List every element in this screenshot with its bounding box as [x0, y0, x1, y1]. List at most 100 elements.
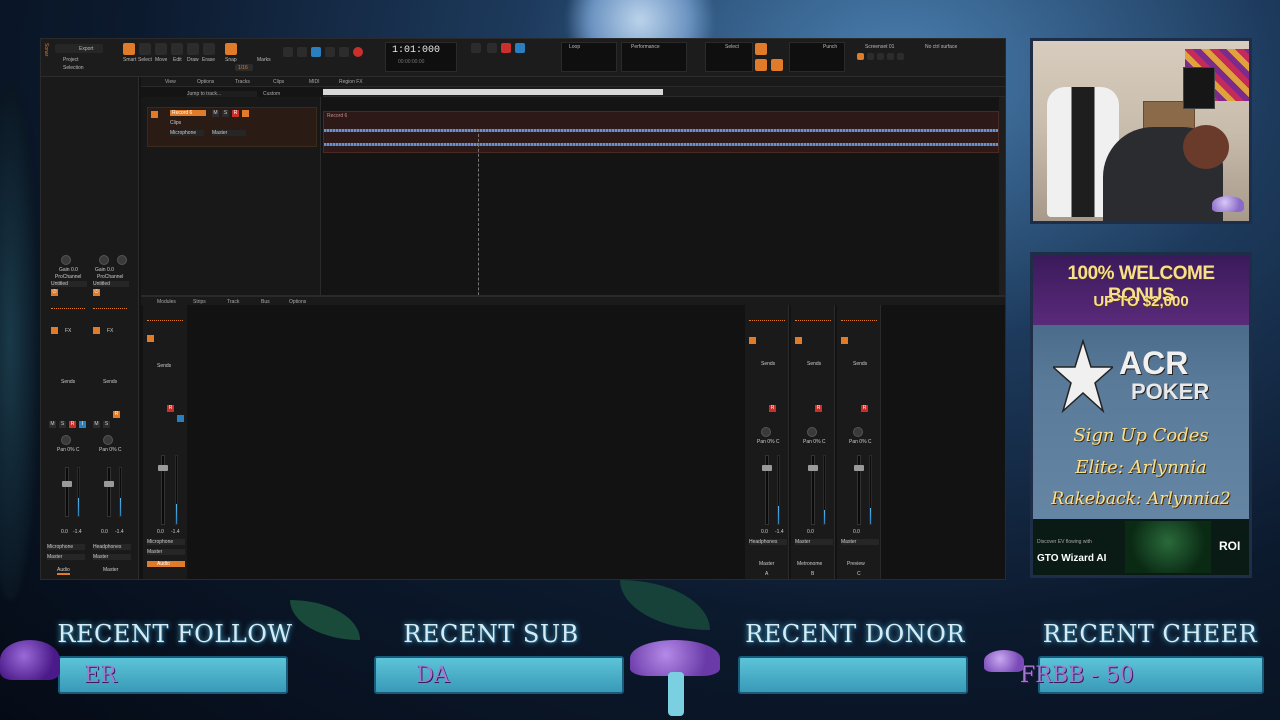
move-tool-button[interactable] — [155, 43, 167, 55]
solo-button[interactable]: S — [103, 421, 110, 428]
strip-name-audio: Audio — [147, 561, 185, 567]
record-arm-button[interactable]: R — [167, 405, 174, 412]
punch-label: Punch — [823, 44, 838, 50]
volume-fader-cap[interactable] — [808, 465, 818, 471]
fx-power-button[interactable] — [51, 327, 58, 334]
pan-knob-top[interactable] — [117, 255, 127, 265]
output-select[interactable]: Master — [47, 554, 85, 560]
time-display[interactable]: 1:01:000 00:00:00:00 — [385, 42, 457, 72]
timeline-ruler[interactable] — [323, 87, 1005, 97]
level-meter — [175, 455, 178, 525]
input-select[interactable]: Headphones — [93, 544, 131, 550]
record-button[interactable] — [353, 47, 363, 57]
menu-clips[interactable]: Clips — [273, 79, 284, 85]
record-arm-button[interactable]: R — [769, 405, 776, 412]
recent-cheer-title: RECENT CHEER — [1042, 620, 1258, 648]
track-mute-button[interactable]: M — [212, 110, 219, 117]
erase-tool-button[interactable] — [203, 43, 215, 55]
mute-button[interactable] — [471, 43, 481, 53]
pause-button[interactable] — [325, 47, 335, 57]
pan-knob[interactable] — [853, 427, 863, 437]
pan-knob[interactable] — [61, 435, 71, 445]
input-echo-button[interactable]: I — [79, 421, 86, 428]
screenset-1-button[interactable] — [857, 53, 864, 60]
output-select[interactable]: Master — [795, 539, 833, 545]
record-arm-button[interactable]: R — [861, 405, 868, 412]
mute-button[interactable]: M — [49, 421, 56, 428]
fx-power-button[interactable] — [147, 335, 154, 342]
track-solo-button[interactable]: S — [222, 110, 229, 117]
loop-region[interactable] — [323, 89, 663, 95]
menu-midi[interactable]: MIDI — [309, 79, 320, 85]
edit-tool-button[interactable] — [171, 43, 183, 55]
track-output-select[interactable]: Master — [212, 130, 246, 136]
console-bus-strip-preview: Sends R Pan 0% C 0.0 Master Preview C — [837, 305, 881, 579]
fx-power-button[interactable] — [93, 327, 100, 334]
output-select[interactable]: Headphones — [749, 539, 787, 545]
auto-button[interactable] — [755, 43, 767, 55]
output-select[interactable]: Master — [841, 539, 879, 545]
solo-button[interactable] — [487, 43, 497, 53]
menu-tracks[interactable]: Tracks — [235, 79, 250, 85]
output-select[interactable]: Master — [93, 554, 131, 560]
fx-power-button[interactable] — [795, 337, 802, 344]
preset-name[interactable]: Untitled — [93, 281, 129, 287]
track-arm-button[interactable]: R — [232, 110, 239, 117]
input-select[interactable]: Microphone — [47, 544, 85, 550]
gain-knob[interactable] — [99, 255, 109, 265]
draw-tool-button[interactable] — [187, 43, 199, 55]
volume-fader-cap[interactable] — [762, 465, 772, 471]
pan-knob[interactable] — [761, 427, 771, 437]
level-meter — [77, 467, 80, 517]
track-scrollbar[interactable] — [999, 97, 1005, 325]
pan-label: Pan 0% C — [99, 447, 122, 453]
volume-fader-cap[interactable] — [104, 481, 114, 487]
record-arm-button[interactable] — [501, 43, 511, 53]
power-button[interactable]: ⏻ — [51, 289, 58, 296]
screenset-2-button[interactable] — [867, 53, 874, 60]
record-arm-button[interactable]: R — [815, 405, 822, 412]
snap-button[interactable] — [225, 43, 237, 55]
solo-button[interactable]: S — [59, 421, 66, 428]
mute-button[interactable]: M — [93, 421, 100, 428]
volume-fader[interactable] — [65, 467, 69, 517]
audio-clip[interactable]: Record 6 — [323, 111, 999, 153]
output-select[interactable]: Master — [147, 549, 185, 555]
fx-power-button[interactable] — [841, 337, 848, 344]
auto3-button[interactable] — [771, 59, 783, 71]
record-arm-button[interactable]: R — [113, 411, 120, 418]
screenset-4-button[interactable] — [887, 53, 894, 60]
input-echo-button[interactable] — [515, 43, 525, 53]
menu-view[interactable]: View — [165, 79, 176, 85]
play-button[interactable] — [311, 47, 321, 57]
stop-button[interactable] — [297, 47, 307, 57]
input-select[interactable]: Microphone — [147, 539, 185, 545]
auto2-button[interactable] — [755, 59, 767, 71]
track-row[interactable]: Record 6 M S R Clips Microphone Master — [147, 107, 317, 147]
forward-button[interactable] — [339, 47, 349, 57]
menu-region-fx[interactable]: Region FX — [339, 79, 363, 85]
screenset-5-button[interactable] — [897, 53, 904, 60]
fx-power-button[interactable] — [749, 337, 756, 344]
rewind-button[interactable] — [283, 47, 293, 57]
track-echo-button[interactable] — [242, 110, 249, 117]
volume-fader-cap[interactable] — [62, 481, 72, 487]
volume-fader[interactable] — [107, 467, 111, 517]
input-echo-button[interactable] — [177, 415, 184, 422]
smart-tool-button[interactable] — [123, 43, 135, 55]
bonus-banner: 100% WELCOME BONUS UP TO $2,000 — [1033, 255, 1249, 325]
track-collapse-button[interactable] — [151, 111, 158, 118]
menu-options[interactable]: Options — [197, 79, 214, 85]
track-name[interactable]: Record 6 — [170, 110, 206, 116]
volume-fader-cap[interactable] — [854, 465, 864, 471]
pan-knob[interactable] — [103, 435, 113, 445]
gain-knob[interactable] — [61, 255, 71, 265]
screenset-3-button[interactable] — [877, 53, 884, 60]
select-tool-button[interactable] — [139, 43, 151, 55]
record-arm-button[interactable]: R — [69, 421, 76, 428]
track-input-select[interactable]: Microphone — [170, 130, 204, 136]
preset-name[interactable]: Untitled — [51, 281, 87, 287]
pan-knob[interactable] — [807, 427, 817, 437]
power-button[interactable]: ⏻ — [93, 289, 100, 296]
volume-fader-cap[interactable] — [158, 465, 168, 471]
